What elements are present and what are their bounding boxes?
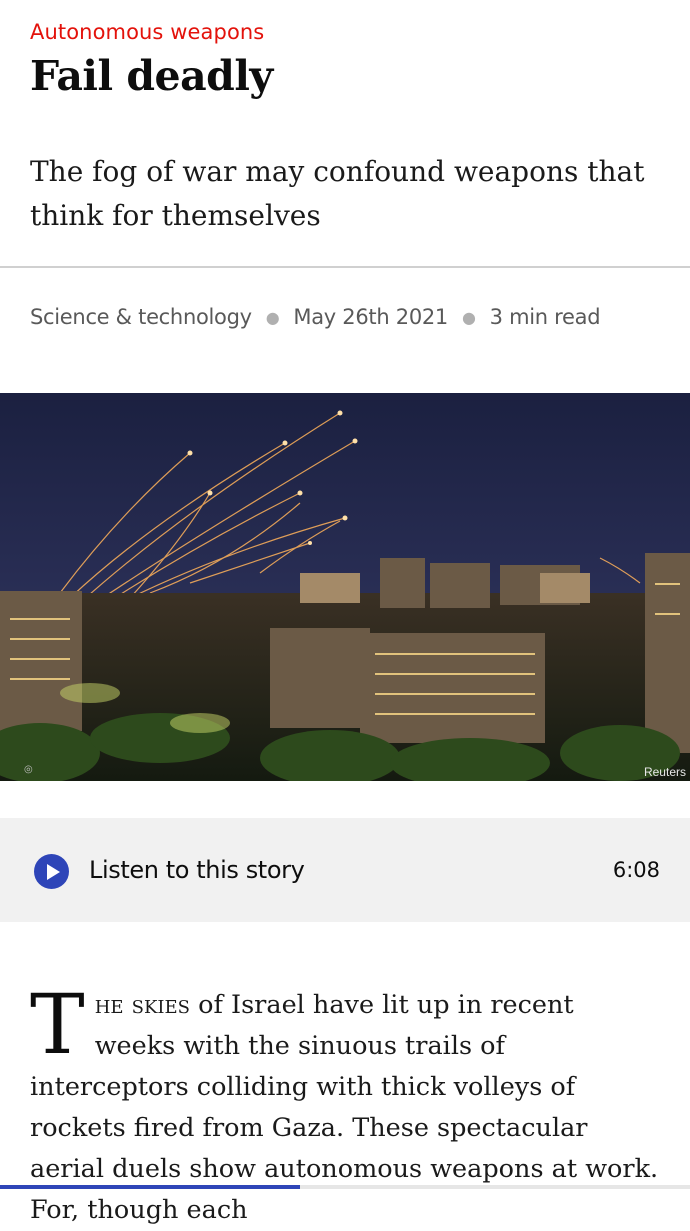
article-headline: Fail deadly <box>30 52 273 100</box>
image-credit: Reuters <box>643 765 686 779</box>
drop-cap: T <box>30 978 85 1073</box>
article-kicker[interactable]: Autonomous weapons <box>30 20 264 44</box>
hero-image: ◎ Reuters <box>0 393 690 781</box>
article-subhead: The fog of war may confound weapons that… <box>30 155 645 232</box>
body-text: of Israel have lit up in recent weeks wi… <box>30 990 659 1225</box>
separator-dot: ● <box>462 307 476 327</box>
hero-photo-graphic <box>0 393 690 781</box>
separator-dot: ● <box>265 307 280 327</box>
audio-duration: 6:08 <box>612 858 660 882</box>
publish-date: May 26th 2021 <box>293 305 448 329</box>
reading-progress-bar <box>0 1185 690 1189</box>
play-icon[interactable] <box>34 854 69 889</box>
divider <box>0 266 690 268</box>
read-time: 3 min read <box>489 305 601 329</box>
listen-label[interactable]: Listen to this story <box>89 856 305 884</box>
lead-smallcaps: he skies <box>94 990 191 1020</box>
reading-progress-fill <box>0 1185 301 1189</box>
section-link[interactable]: Science & technology <box>30 305 252 329</box>
article-meta: Science & technology ● May 26th 2021 ● 3… <box>30 305 601 329</box>
photo-icon: ◎ <box>24 764 33 775</box>
article-body: The skies of Israel have lit up in recen… <box>30 985 662 1231</box>
audio-player[interactable]: Listen to this story 6:08 <box>0 818 690 922</box>
